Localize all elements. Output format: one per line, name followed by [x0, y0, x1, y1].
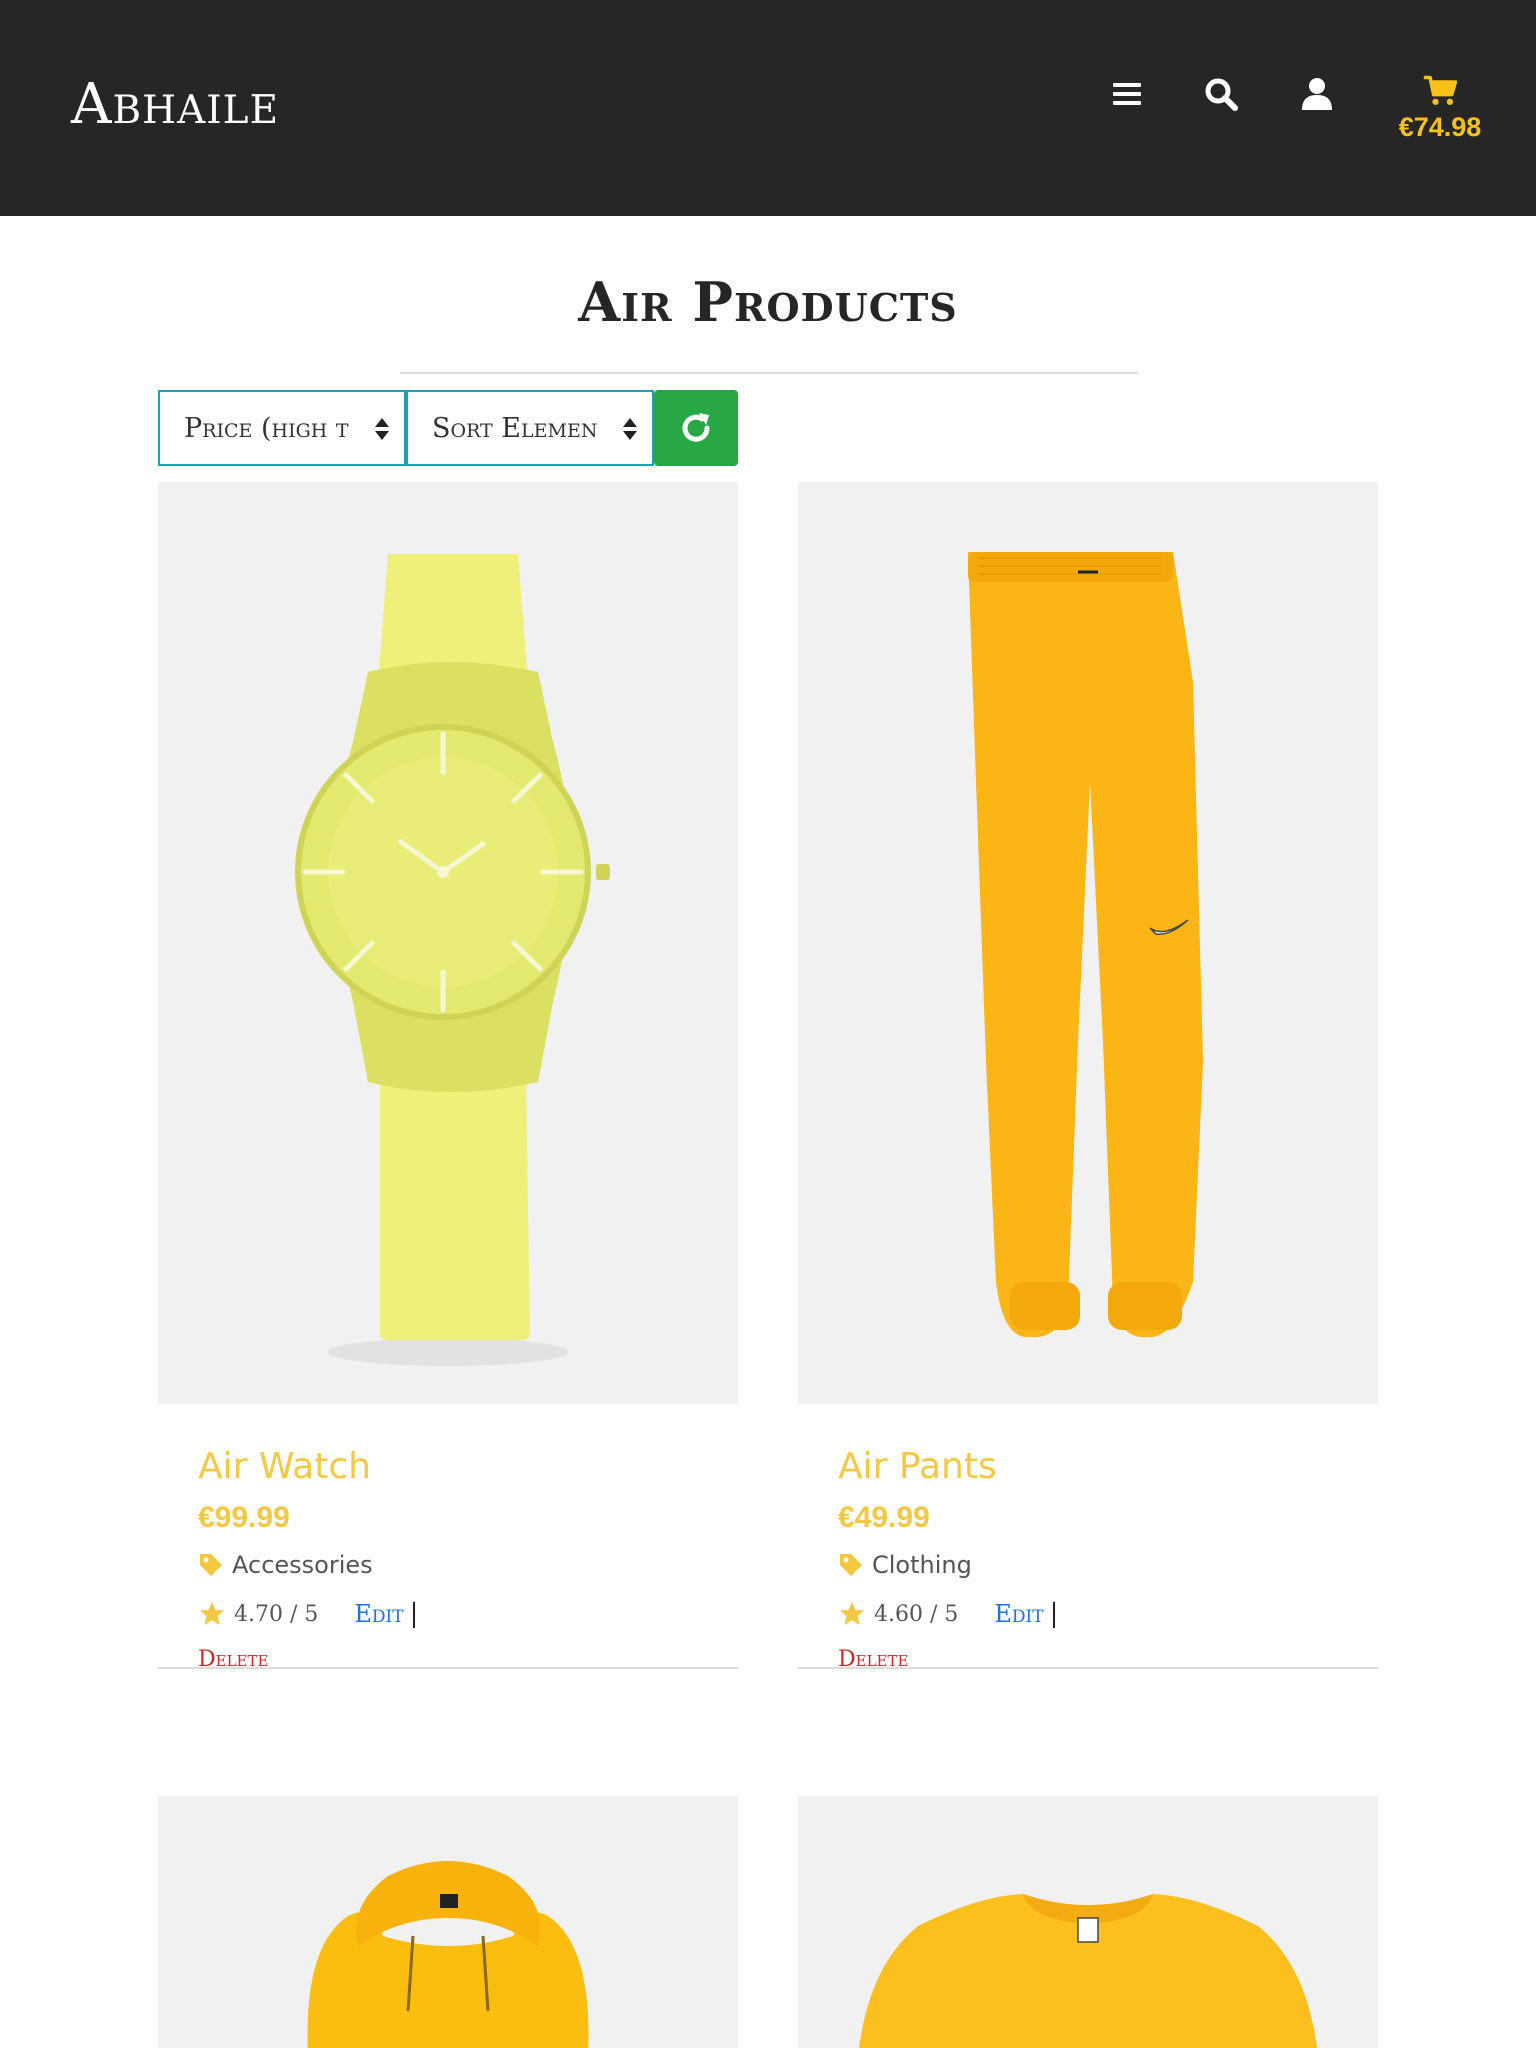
sort-caret-icon: [623, 418, 637, 440]
product-meta: 4.60 / 5 Edit |: [838, 1599, 1378, 1629]
page-title: Air Products: [578, 270, 958, 334]
product-card[interactable]: Air Watch €99.99 Accessories 4.70 / 5 Ed…: [158, 482, 738, 1672]
product-image-hoodie[interactable]: [158, 1796, 738, 2048]
search-icon[interactable]: [1201, 74, 1241, 114]
brand-logo[interactable]: Abhaile: [71, 72, 279, 137]
star-icon: [840, 1602, 864, 1625]
sort-elements-value: Sort Elemen: [432, 412, 598, 444]
price-sort-value: Price (high t: [184, 412, 349, 444]
card-divider: [798, 1667, 1378, 1669]
tag-icon: [840, 1554, 862, 1576]
product-category: Clothing: [838, 1551, 1378, 1579]
cart-total: €74.98: [1398, 112, 1482, 142]
sort-elements-select[interactable]: Sort Elemen: [406, 390, 654, 466]
edit-link[interactable]: Edit: [354, 1600, 403, 1628]
star-icon: [200, 1602, 224, 1625]
product-category-label: Clothing: [872, 1551, 972, 1579]
product-image-pants[interactable]: [798, 482, 1378, 1404]
edit-link[interactable]: Edit: [994, 1600, 1043, 1628]
product-category: Accessories: [198, 1551, 738, 1579]
product-price: €99.99: [198, 1501, 290, 1534]
cart-button[interactable]: €74.98: [1390, 74, 1490, 143]
product-meta: 4.70 / 5 Edit |: [198, 1599, 738, 1629]
top-navbar: Abhaile €74.98: [0, 0, 1536, 216]
title-divider: [400, 372, 1138, 374]
product-price: €49.99: [838, 1501, 930, 1534]
refresh-icon: [682, 413, 710, 442]
product-rating: 4.70 / 5: [234, 1601, 319, 1627]
sort-caret-icon: [375, 418, 389, 440]
product-image-sweatshirt[interactable]: [798, 1796, 1378, 2048]
tag-icon: [200, 1554, 222, 1576]
price-sort-select[interactable]: Price (high t: [158, 390, 406, 466]
product-name[interactable]: Air Watch: [198, 1446, 738, 1487]
cart-icon: [1423, 75, 1458, 105]
link-separator: |: [409, 1599, 419, 1629]
card-divider: [158, 1667, 738, 1669]
product-category-label: Accessories: [232, 1551, 373, 1579]
product-card[interactable]: Air Pants €49.99 Clothing 4.60 / 5 Edit …: [798, 482, 1378, 1672]
product-rating: 4.60 / 5: [874, 1601, 959, 1627]
refresh-button[interactable]: [654, 390, 738, 466]
product-image-watch[interactable]: [158, 482, 738, 1404]
link-separator: |: [1049, 1599, 1059, 1629]
user-icon[interactable]: [1297, 74, 1337, 114]
product-name[interactable]: Air Pants: [838, 1446, 1378, 1487]
menu-icon[interactable]: [1107, 74, 1147, 114]
